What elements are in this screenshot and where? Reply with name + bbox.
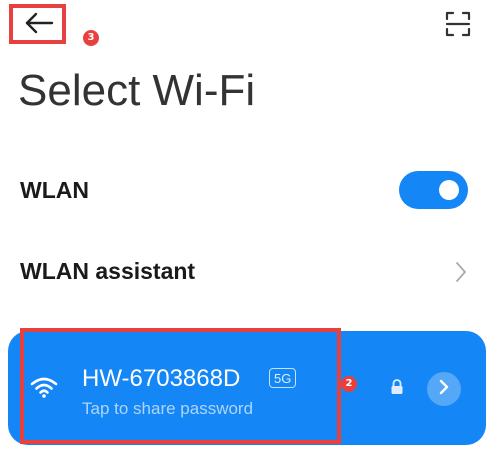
network-subtitle: Tap to share password (82, 399, 254, 418)
wlan-assistant-label: WLAN assistant (20, 258, 196, 284)
back-button[interactable] (10, 6, 67, 45)
band-badge: 5G (269, 368, 297, 388)
lock-icon (390, 379, 404, 395)
wlan-toggle[interactable] (399, 171, 468, 209)
chevron-right-icon (454, 260, 468, 284)
chevron-right-icon (438, 379, 450, 400)
wifi-settings-screen: 3 Select Wi-Fi WLAN WLAN assistant HW-67… (0, 0, 488, 454)
network-ssid: HW-6703868D (82, 365, 241, 392)
wifi-signal-icon (30, 376, 58, 398)
scan-qr-icon (445, 11, 471, 42)
page-title: Select Wi-Fi (18, 66, 256, 115)
toggle-knob (439, 180, 459, 200)
network-details-button[interactable] (427, 372, 461, 406)
wlan-label: WLAN (20, 177, 89, 203)
wlan-assistant-row[interactable]: WLAN assistant (0, 243, 488, 299)
arrow-left-icon (24, 12, 54, 39)
annotation-marker-back: 3 (83, 30, 99, 46)
connected-network-card[interactable]: HW-6703868D 5G Tap to share password (8, 331, 486, 445)
annotation-marker-network: 2 (341, 376, 357, 392)
scan-button[interactable] (441, 9, 475, 43)
wlan-row[interactable]: WLAN (0, 162, 488, 218)
